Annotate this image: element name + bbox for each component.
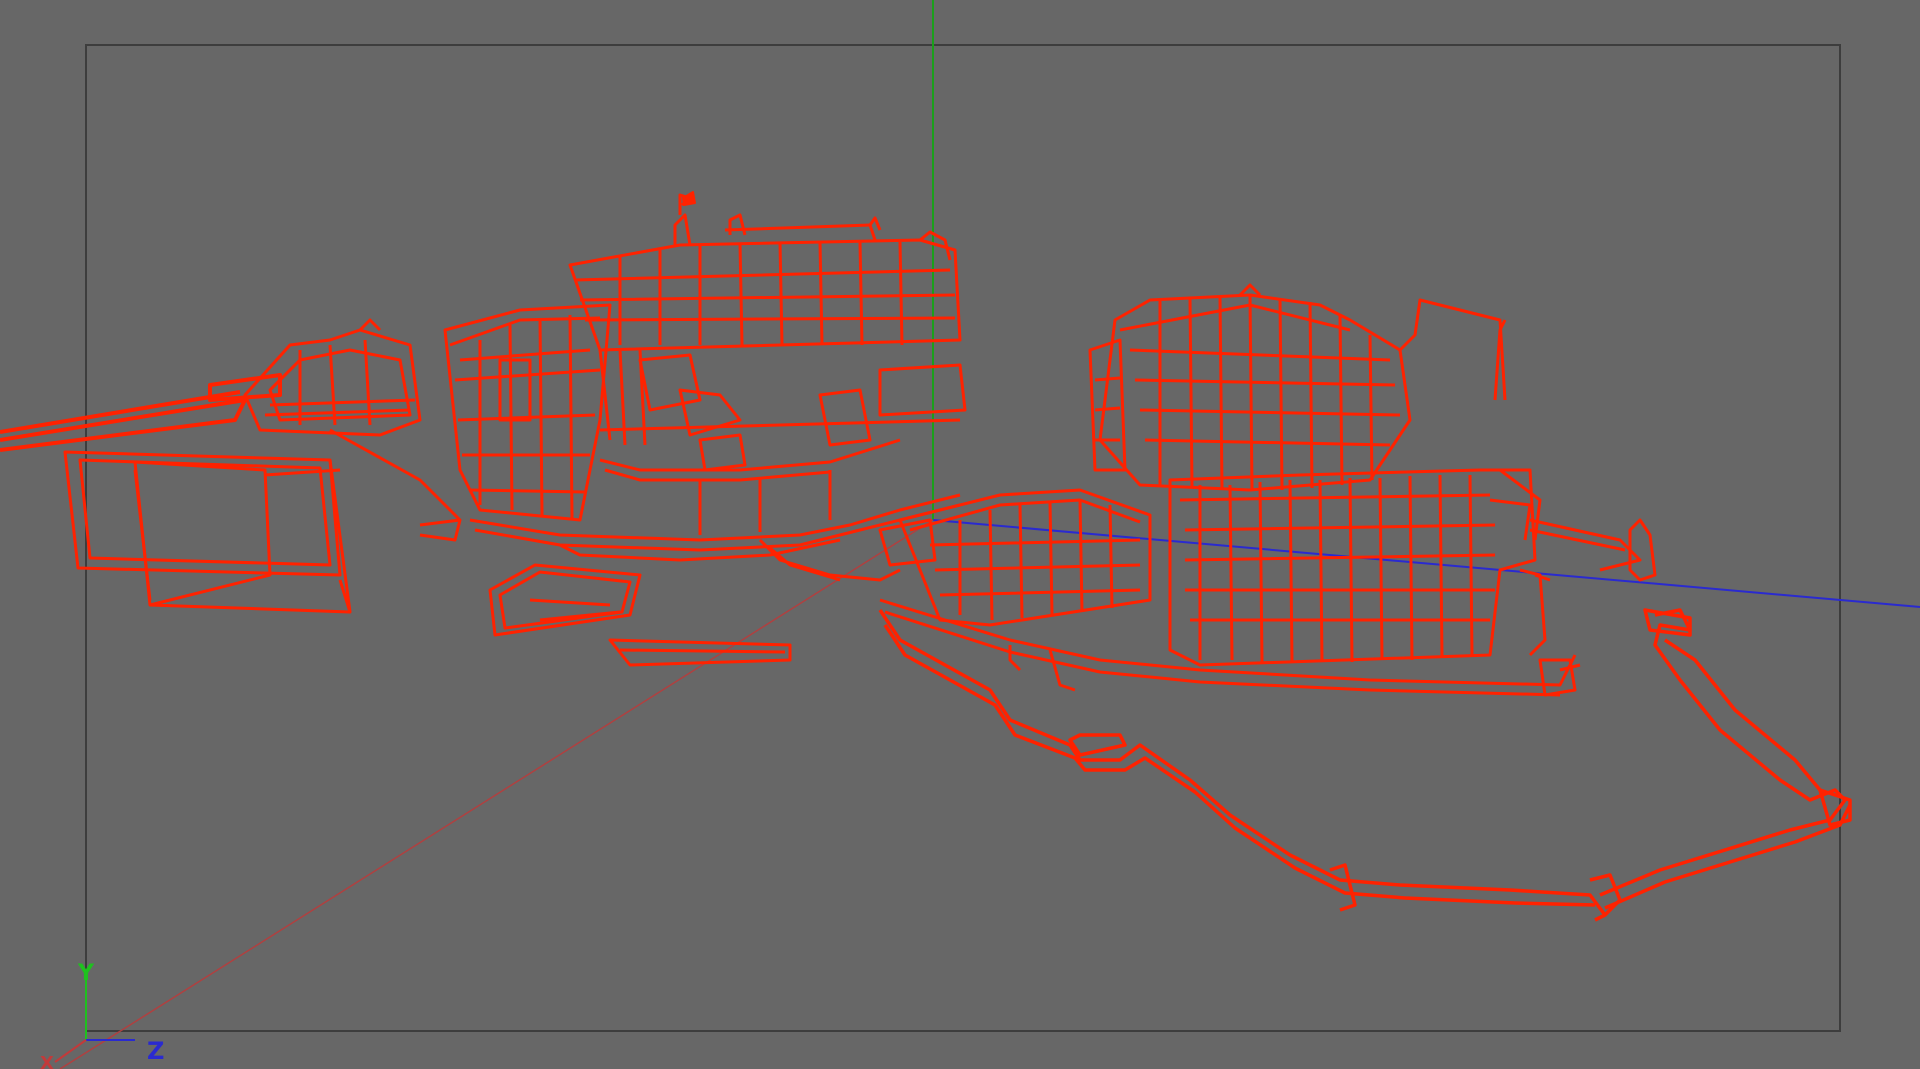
world-axis-x (59, 519, 934, 1069)
wireframe-central-bastion (443, 303, 612, 522)
wireframe-palace (568, 193, 967, 472)
wireframe-west-wing (243, 318, 462, 542)
gizmo-label-x: X (40, 1053, 54, 1069)
wireframe-causeway-left (0, 373, 282, 452)
wireframe-curtain-wall (469, 438, 961, 582)
wireframe-model[interactable] (0, 191, 1852, 922)
gizmo-label-y: Y (77, 961, 95, 986)
wireframe-flag (682, 191, 696, 206)
wireframe-small-building (488, 563, 792, 667)
wireframe-east-terrace (1168, 468, 1657, 667)
wireframe-gatehouse (878, 488, 1152, 627)
wireframe-box-left (63, 450, 352, 614)
wireframe-east-palace (1088, 283, 1507, 492)
safe-frame (85, 44, 1841, 1032)
gizmo-label-z: Z (147, 1037, 164, 1065)
3d-viewport[interactable]: Y Z X (0, 0, 1920, 1069)
gizmo-axis-x (54, 1039, 87, 1063)
